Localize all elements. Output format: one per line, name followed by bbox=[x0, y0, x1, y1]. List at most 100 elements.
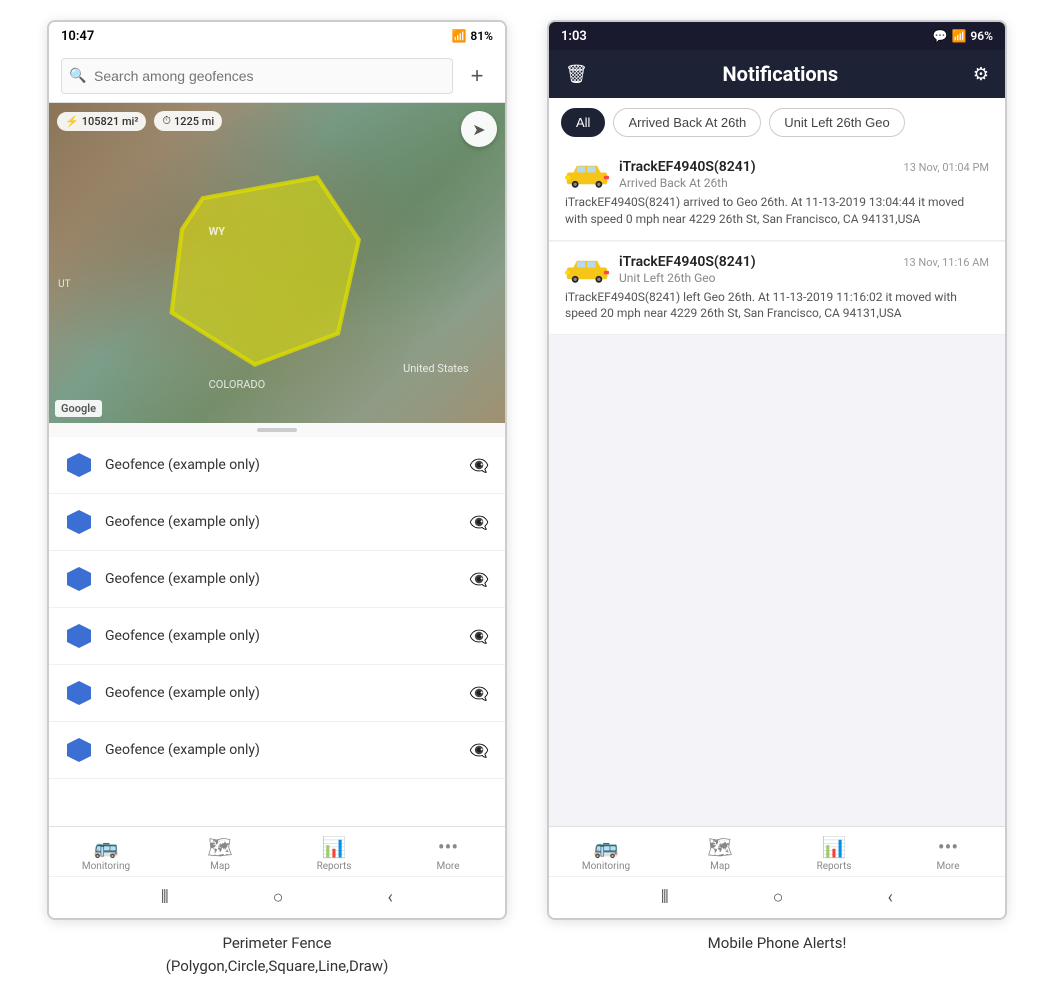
search-input[interactable] bbox=[61, 58, 453, 94]
nav-reports[interactable]: 📊 Reports bbox=[277, 835, 391, 872]
right-more-icon: ••• bbox=[938, 835, 958, 859]
right-screen: 1:03 💬 📶 96% 🗑 Notifications ⚙ AllArrive… bbox=[547, 20, 1007, 955]
android-menu-btn[interactable]: ⫴ bbox=[161, 887, 169, 908]
map-label-co: COLORADO bbox=[209, 378, 266, 391]
left-bottom-nav: 🚌 Monitoring 🗺 Map 📊 Reports ••• More bbox=[49, 826, 505, 876]
map-label-wy: WY bbox=[209, 225, 225, 238]
right-status-bar: 1:03 💬 📶 96% bbox=[549, 22, 1005, 50]
more-label: More bbox=[436, 861, 459, 872]
visibility-icon[interactable]: 👁‍🗨 bbox=[469, 513, 489, 532]
right-map-icon: 🗺 bbox=[707, 835, 732, 859]
geofence-label: Geofence (example only) bbox=[105, 514, 457, 530]
filter-tab-0[interactable]: All bbox=[561, 108, 605, 137]
geofence-shape-icon bbox=[65, 679, 93, 707]
geofence-overlay bbox=[117, 167, 413, 375]
visibility-icon[interactable]: 👁‍🗨 bbox=[469, 456, 489, 475]
scroll-pill bbox=[257, 428, 297, 432]
car-icon bbox=[565, 161, 609, 189]
visibility-icon[interactable]: 👁‍🗨 bbox=[469, 570, 489, 589]
distance-stat: ⏱1225 mi bbox=[154, 111, 222, 131]
right-phone-frame: 1:03 💬 📶 96% 🗑 Notifications ⚙ AllArrive… bbox=[547, 20, 1007, 920]
filter-tab-1[interactable]: Arrived Back At 26th bbox=[613, 108, 761, 137]
geofence-item[interactable]: Geofence (example only) 👁‍🗨 bbox=[49, 494, 505, 551]
notification-card-info: iTrackEF4940S(8241) 13 Nov, 11:16 AM Uni… bbox=[619, 254, 989, 285]
geofence-label: Geofence (example only) bbox=[105, 457, 457, 473]
right-nav-map[interactable]: 🗺 Map bbox=[663, 835, 777, 872]
notification-card-info: iTrackEF4940S(8241) 13 Nov, 01:04 PM Arr… bbox=[619, 159, 989, 190]
android-back-btn[interactable]: ‹ bbox=[388, 887, 393, 908]
right-android-home-btn[interactable]: ○ bbox=[773, 887, 784, 908]
nav-more[interactable]: ••• More bbox=[391, 835, 505, 872]
visibility-icon[interactable]: 👁‍🗨 bbox=[469, 684, 489, 703]
notification-timestamp: 13 Nov, 01:04 PM bbox=[904, 161, 989, 174]
right-caption: Mobile Phone Alerts! bbox=[708, 932, 847, 955]
nav-map[interactable]: 🗺 Map bbox=[163, 835, 277, 872]
geofence-item[interactable]: Geofence (example only) 👁‍🗨 bbox=[49, 722, 505, 779]
map-label-us: United States bbox=[403, 362, 468, 375]
map-label: Map bbox=[210, 861, 230, 872]
visibility-icon[interactable]: 👁‍🗨 bbox=[469, 741, 489, 760]
filter-tabs: All Arrived Back At 26th Unit Left 26th Ge… bbox=[549, 98, 1005, 147]
right-nav-reports[interactable]: 📊 Reports bbox=[777, 835, 891, 872]
right-reports-icon: 📊 bbox=[822, 835, 847, 859]
area-stat: ⚡105821 mi² bbox=[57, 112, 146, 131]
notification-event-type: Unit Left 26th Geo bbox=[619, 271, 989, 285]
left-status-bar: 10:47 📶 81% bbox=[49, 22, 505, 50]
right-monitoring-icon: 🚌 bbox=[594, 835, 619, 859]
search-bar: 🔍 + bbox=[49, 50, 505, 103]
notification-device-name: iTrackEF4940S(8241) bbox=[619, 159, 756, 175]
left-status-right: 📶 81% bbox=[451, 29, 493, 43]
more-icon: ••• bbox=[438, 835, 458, 859]
right-nav-more[interactable]: ••• More bbox=[891, 835, 1005, 872]
right-more-label: More bbox=[936, 861, 959, 872]
monitoring-icon: 🚌 bbox=[94, 835, 119, 859]
right-android-back-btn[interactable]: ‹ bbox=[888, 887, 893, 908]
filter-tab-2[interactable]: Unit Left 26th Geo bbox=[769, 108, 905, 137]
notification-card[interactable]: iTrackEF4940S(8241) 13 Nov, 11:16 AM Uni… bbox=[549, 242, 1005, 336]
nav-monitoring[interactable]: 🚌 Monitoring bbox=[49, 835, 163, 872]
geofence-shape-icon bbox=[65, 622, 93, 650]
geofence-label: Geofence (example only) bbox=[105, 685, 457, 701]
left-screen: 10:47 📶 81% 🔍 + bbox=[47, 20, 507, 977]
android-home-btn[interactable]: ○ bbox=[273, 887, 284, 908]
geofence-item[interactable]: Geofence (example only) 👁‍🗨 bbox=[49, 551, 505, 608]
delete-button[interactable]: 🗑 bbox=[565, 64, 588, 85]
visibility-icon[interactable]: 👁‍🗨 bbox=[469, 627, 489, 646]
scroll-indicator bbox=[49, 423, 505, 437]
settings-button[interactable]: ⚙ bbox=[973, 64, 989, 85]
geofence-shape-icon bbox=[65, 565, 93, 593]
notification-card-header: iTrackEF4940S(8241) 13 Nov, 01:04 PM Arr… bbox=[565, 159, 989, 190]
right-map-label: Map bbox=[710, 861, 730, 872]
geofence-item[interactable]: Geofence (example only) 👁‍🗨 bbox=[49, 608, 505, 665]
reports-icon: 📊 bbox=[322, 835, 347, 859]
right-android-menu-btn[interactable]: ⫴ bbox=[661, 887, 669, 908]
search-wrap: 🔍 bbox=[61, 58, 453, 94]
geofence-list: Geofence (example only) 👁‍🗨 Geofence (ex… bbox=[49, 437, 505, 826]
notification-timestamp: 13 Nov, 11:16 AM bbox=[903, 256, 989, 269]
right-bottom-nav: 🚌 Monitoring 🗺 Map 📊 Reports ••• More bbox=[549, 826, 1005, 876]
car-icon bbox=[565, 256, 609, 284]
right-reports-label: Reports bbox=[817, 861, 852, 872]
right-time: 1:03 bbox=[561, 29, 587, 44]
chat-icon: 💬 bbox=[933, 29, 948, 43]
left-time: 10:47 bbox=[61, 29, 94, 44]
compass-button[interactable]: ➤ bbox=[461, 111, 497, 147]
left-android-nav: ⫴ ○ ‹ bbox=[49, 876, 505, 918]
notification-device-name: iTrackEF4940S(8241) bbox=[619, 254, 756, 270]
geofence-item[interactable]: Geofence (example only) 👁‍🗨 bbox=[49, 665, 505, 722]
map-label-ut: UT bbox=[58, 279, 70, 290]
notification-description: iTrackEF4940S(8241) arrived to Geo 26th.… bbox=[565, 194, 989, 228]
notification-card-header: iTrackEF4940S(8241) 13 Nov, 11:16 AM Uni… bbox=[565, 254, 989, 285]
google-badge: Google bbox=[55, 400, 102, 417]
geofence-shape-icon bbox=[65, 508, 93, 536]
geofence-item[interactable]: Geofence (example only) 👁‍🗨 bbox=[49, 437, 505, 494]
right-nav-monitoring[interactable]: 🚌 Monitoring bbox=[549, 835, 663, 872]
geofence-label: Geofence (example only) bbox=[105, 628, 457, 644]
left-phone-frame: 10:47 📶 81% 🔍 + bbox=[47, 20, 507, 920]
notification-device-row: iTrackEF4940S(8241) 13 Nov, 01:04 PM bbox=[619, 159, 989, 175]
map-background: ⚡105821 mi² ⏱1225 mi ➤ WY United States … bbox=[49, 103, 505, 423]
left-caption: Perimeter Fence(Polygon,Circle,Square,Li… bbox=[166, 932, 389, 977]
notification-card[interactable]: iTrackEF4940S(8241) 13 Nov, 01:04 PM Arr… bbox=[549, 147, 1005, 241]
add-geofence-button[interactable]: + bbox=[461, 60, 493, 92]
notification-list: iTrackEF4940S(8241) 13 Nov, 01:04 PM Arr… bbox=[549, 147, 1005, 826]
